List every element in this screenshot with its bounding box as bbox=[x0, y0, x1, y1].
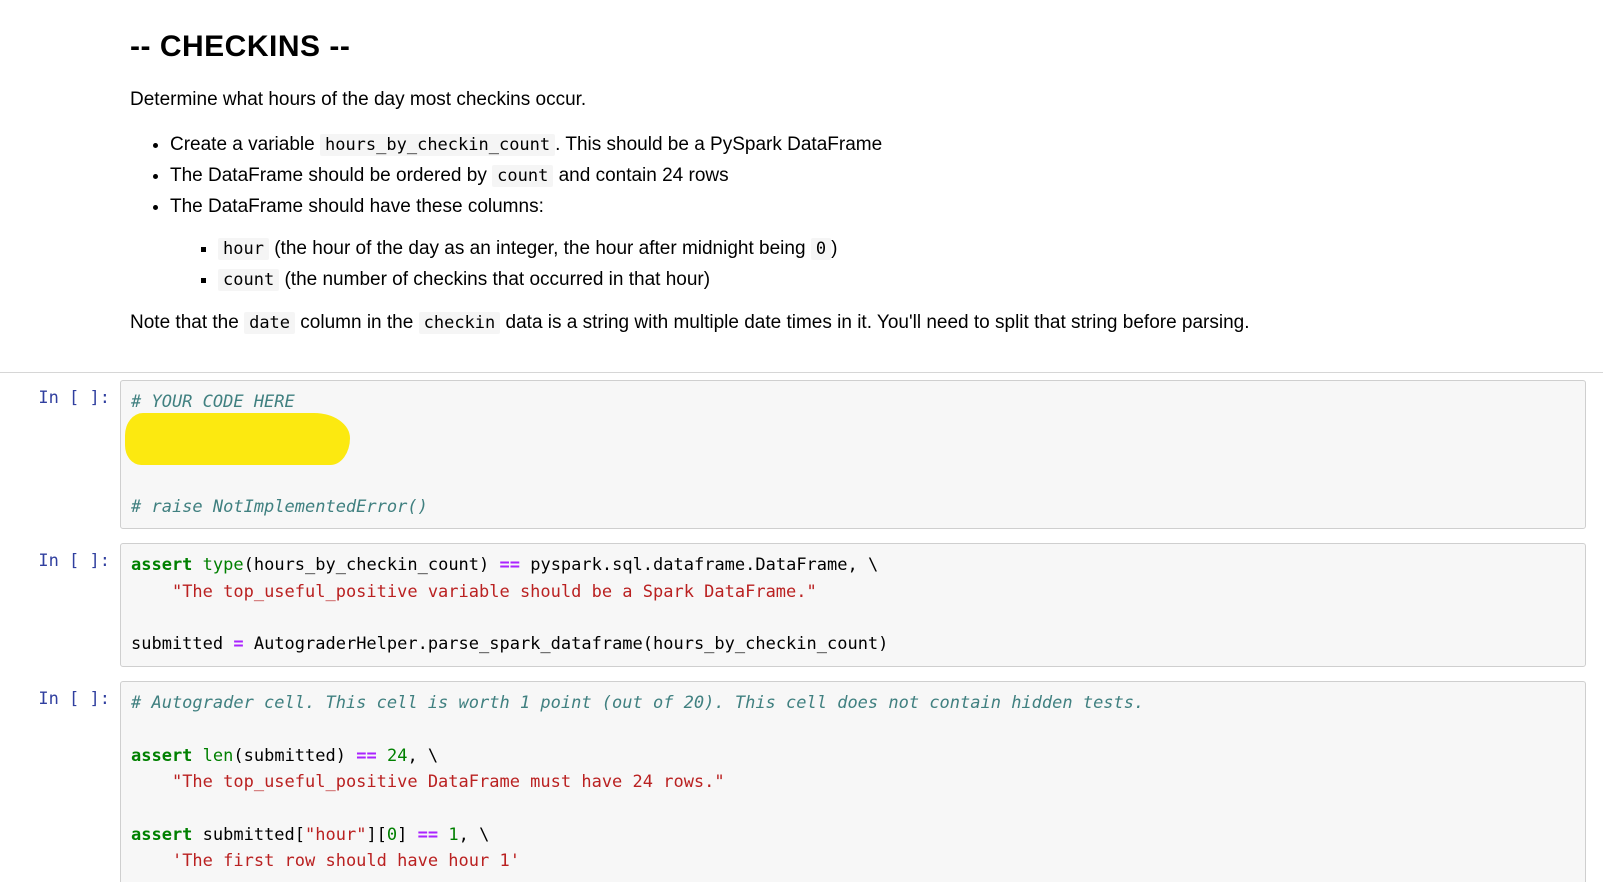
num: 24 bbox=[387, 746, 407, 766]
text: Create a variable bbox=[170, 134, 320, 155]
text: The DataFrame should be ordered by bbox=[170, 165, 492, 186]
markdown-cell: -- CHECKINS -- Determine what hours of t… bbox=[0, 0, 1450, 372]
section-heading: -- CHECKINS -- bbox=[130, 30, 1450, 64]
string: "The top_useful_positive variable should… bbox=[172, 582, 817, 602]
text: Note that the bbox=[130, 312, 244, 333]
op: == bbox=[500, 555, 520, 575]
op: == bbox=[356, 746, 376, 766]
code-editor[interactable]: # Autograder cell. This cell is worth 1 … bbox=[131, 690, 1575, 874]
list-item: Create a variable hours_by_checkin_count… bbox=[170, 129, 1450, 160]
string: "The top_useful_positive DataFrame must … bbox=[172, 772, 725, 792]
code-comment: # YOUR CODE HERE bbox=[131, 392, 295, 412]
code-input-area[interactable]: # Autograder cell. This cell is worth 1 … bbox=[120, 681, 1586, 882]
text: pyspark.sql.dataframe.DataFrame, \ bbox=[520, 555, 878, 575]
input-prompt: In [ ]: bbox=[0, 380, 120, 530]
code-cell-wrap: In [ ]: # Autograder cell. This cell is … bbox=[0, 674, 1603, 889]
code-comment: # Autograder cell. This cell is worth 1 … bbox=[131, 693, 1144, 713]
num: 1 bbox=[448, 825, 458, 845]
list-item: The DataFrame should be ordered by count… bbox=[170, 160, 1450, 191]
text: AutograderHelper.parse_spark_dataframe(h… bbox=[244, 634, 889, 654]
text: and contain 24 rows bbox=[553, 165, 728, 186]
text: (the number of checkins that occurred in… bbox=[279, 269, 710, 290]
note-text: Note that the date column in the checkin… bbox=[130, 309, 1450, 338]
text: ][ bbox=[366, 825, 386, 845]
text: ] bbox=[397, 825, 417, 845]
code-editor[interactable]: assert type(hours_by_checkin_count) == p… bbox=[131, 552, 1575, 657]
builtin: type bbox=[203, 555, 244, 575]
text: (submitted) bbox=[233, 746, 356, 766]
code-input-area[interactable]: assert type(hours_by_checkin_count) == p… bbox=[120, 543, 1586, 666]
kw: assert bbox=[131, 555, 192, 575]
text: (hours_by_checkin_count) bbox=[244, 555, 500, 575]
text: (the hour of the day as an integer, the … bbox=[269, 238, 811, 259]
code-cell: In [ ]: # YOUR CODE HERE # raise NotImpl… bbox=[0, 373, 1603, 537]
code-cell: In [ ]: # Autograder cell. This cell is … bbox=[0, 674, 1603, 889]
code-inline: 0 bbox=[811, 238, 831, 260]
text: column in the bbox=[295, 312, 419, 333]
text: submitted bbox=[131, 634, 233, 654]
list-item: count (the number of checkins that occur… bbox=[218, 264, 1450, 295]
text: . This should be a PySpark DataFrame bbox=[555, 134, 882, 155]
code-inline: hour bbox=[218, 238, 269, 260]
jupyter-notebook: -- CHECKINS -- Determine what hours of t… bbox=[0, 0, 1603, 889]
code-cell: In [ ]: assert type(hours_by_checkin_cou… bbox=[0, 536, 1603, 673]
code-inline: hours_by_checkin_count bbox=[320, 134, 555, 156]
code-input-area[interactable]: # YOUR CODE HERE # raise NotImplementedE… bbox=[120, 380, 1586, 530]
code-comment: # raise NotImplementedError() bbox=[131, 497, 428, 517]
text: data is a string with multiple date time… bbox=[500, 312, 1249, 333]
code-editor[interactable]: # YOUR CODE HERE # raise NotImplementedE… bbox=[131, 389, 1575, 521]
op: == bbox=[418, 825, 438, 845]
list-item: The DataFrame should have these columns:… bbox=[170, 191, 1450, 295]
kw: assert bbox=[131, 746, 192, 766]
code-cell-wrap: In [ ]: # YOUR CODE HERE # raise NotImpl… bbox=[0, 372, 1603, 537]
text: The DataFrame should have these columns: bbox=[170, 196, 544, 217]
sub-list: hour (the hour of the day as an integer,… bbox=[170, 233, 1450, 296]
input-prompt: In [ ]: bbox=[0, 681, 120, 882]
input-prompt: In [ ]: bbox=[0, 543, 120, 666]
code-inline: count bbox=[492, 165, 553, 187]
code-inline: date bbox=[244, 312, 295, 334]
code-cell-wrap: In [ ]: assert type(hours_by_checkin_cou… bbox=[0, 536, 1603, 673]
intro-text: Determine what hours of the day most che… bbox=[130, 86, 1450, 115]
text: , \ bbox=[407, 746, 438, 766]
num: 0 bbox=[387, 825, 397, 845]
code-inline: checkin bbox=[419, 312, 501, 334]
kw: assert bbox=[131, 825, 192, 845]
builtin: len bbox=[203, 746, 234, 766]
code-inline: count bbox=[218, 269, 279, 291]
text: , \ bbox=[459, 825, 490, 845]
text: submitted[ bbox=[192, 825, 305, 845]
requirements-list: Create a variable hours_by_checkin_count… bbox=[130, 129, 1450, 296]
string: "hour" bbox=[305, 825, 366, 845]
list-item: hour (the hour of the day as an integer,… bbox=[218, 233, 1450, 264]
op: = bbox=[233, 634, 243, 654]
text: ) bbox=[831, 238, 837, 259]
